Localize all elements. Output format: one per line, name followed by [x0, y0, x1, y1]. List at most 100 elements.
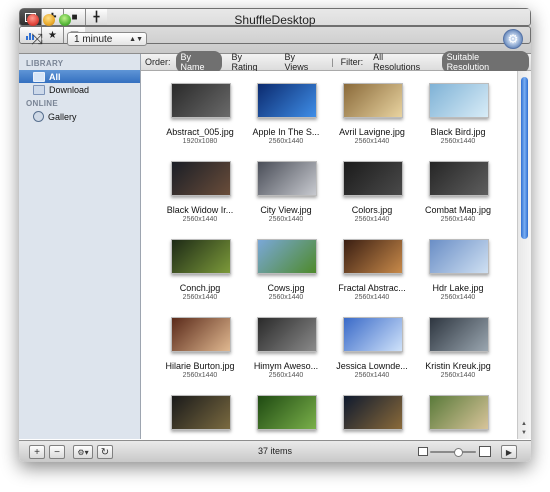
- wallpaper-filename: Kristin Kreuk.jpg: [425, 361, 491, 371]
- wallpaper-thumbnail[interactable]: [257, 83, 317, 118]
- library-header: LIBRARY: [26, 59, 64, 68]
- wallpaper-resolution: 2560x1440: [268, 138, 304, 145]
- wallpaper-thumbnail[interactable]: [343, 395, 403, 430]
- wallpaper-resolution: 2560x1440: [440, 216, 476, 223]
- app-window: ShuffleDesktop ⤨ 1 minute ▲▼ ✚ ■ ╋ ★ ▣ ⚙…: [19, 8, 531, 462]
- order-by-name[interactable]: By Name: [175, 51, 223, 73]
- wallpaper-item[interactable]: Combat Map.jpg 2560x1440: [415, 161, 501, 236]
- filter-all-resolutions[interactable]: All Resolutions: [368, 51, 437, 73]
- wallpaper-item[interactable]: Jessica Lownde... 2560x1440: [329, 317, 415, 392]
- slider-knob[interactable]: [454, 448, 463, 457]
- wallpaper-thumbnail[interactable]: [171, 395, 231, 430]
- wallpaper-item[interactable]: Mansory Bugat...2560x1440: [157, 395, 243, 439]
- divider: |: [331, 57, 334, 67]
- wallpaper-resolution: 2560x1440: [182, 294, 218, 301]
- wallpaper-thumbnail[interactable]: [257, 395, 317, 430]
- wallpaper-filename: Fractal Abstrac...: [338, 283, 406, 293]
- wallpaper-item[interactable]: Abstract_005.jpg 1920x1080: [157, 83, 243, 158]
- wallpaper-thumbnail[interactable]: [429, 83, 489, 118]
- wallpaper-resolution: 2560x1440: [440, 294, 476, 301]
- bottom-bar: + − ⚙▾ ↻ 37 items ▶: [19, 440, 531, 462]
- wallpaper-resolution: 2560x1440: [268, 294, 304, 301]
- wallpaper-thumbnail[interactable]: [429, 317, 489, 352]
- wallpaper-item[interactable]: Nicole Kidman...2560x1440: [415, 395, 501, 439]
- wallpaper-item[interactable]: New York City.jpg2560x1440: [329, 395, 415, 439]
- sidebar-item-download[interactable]: Download: [19, 83, 140, 96]
- wallpaper-item[interactable]: Black Bird.jpg 2560x1440: [415, 83, 501, 158]
- wallpaper-item[interactable]: Fractal Abstrac... 2560x1440: [329, 239, 415, 314]
- wallpaper-filename: Abstract_005.jpg: [166, 127, 234, 137]
- wallpaper-resolution: 2560x1440: [182, 372, 218, 379]
- wallpaper-filename: Colors.jpg: [351, 205, 393, 215]
- wallpaper-resolution: 2560x1440: [354, 372, 390, 379]
- wallpaper-thumbnail[interactable]: [343, 317, 403, 352]
- wallpaper-thumbnail[interactable]: [257, 317, 317, 352]
- sidebar-item-label: Download: [49, 84, 90, 95]
- wallpaper-resolution: 2560x1440: [182, 216, 218, 223]
- vertical-scrollbar[interactable]: ▲ ▼: [517, 71, 531, 439]
- folder-icon: [33, 71, 45, 82]
- small-thumbnail-icon: [418, 447, 428, 456]
- sidebar-item-label: Gallery: [48, 111, 77, 122]
- wallpaper-thumbnail[interactable]: [429, 239, 489, 274]
- wallpaper-filename: Hilarie Burton.jpg: [165, 361, 235, 371]
- wallpaper-resolution: 1920x1080: [182, 138, 218, 145]
- wallpaper-resolution: 2560x1440: [440, 372, 476, 379]
- preferences-button[interactable]: ⚙: [503, 29, 523, 49]
- wallpaper-item[interactable]: Cows.jpg 2560x1440: [243, 239, 329, 314]
- interval-popup[interactable]: 1 minute ▲▼: [67, 32, 147, 46]
- wallpaper-thumbnail[interactable]: [171, 161, 231, 196]
- wallpaper-thumbnail[interactable]: [343, 161, 403, 196]
- wallpaper-resolution: 2560x1440: [354, 216, 390, 223]
- interval-value: 1 minute: [74, 33, 113, 45]
- wallpaper-filename: City View.jpg: [260, 205, 312, 215]
- wallpaper-item[interactable]: Hdr Lake.jpg 2560x1440: [415, 239, 501, 314]
- shuffle-button[interactable]: ⤨: [28, 31, 46, 48]
- wallpaper-item[interactable]: Hilarie Burton.jpg 2560x1440: [157, 317, 243, 392]
- wallpaper-thumbnail[interactable]: [171, 317, 231, 352]
- sidebar-item-all[interactable]: All: [19, 70, 140, 83]
- wallpaper-resolution: 2560x1440: [440, 138, 476, 145]
- shuffle-icon: ⤨: [30, 31, 43, 48]
- wallpaper-filename: Jessica Lownde...: [336, 361, 408, 371]
- filter-suitable-resolution[interactable]: Suitable Resolution: [441, 51, 530, 73]
- order-label: Order:: [145, 57, 171, 67]
- wallpaper-item[interactable]: Himym Aweso... 2560x1440: [243, 317, 329, 392]
- wallpaper-thumbnail[interactable]: [429, 161, 489, 196]
- order-by-views[interactable]: By Views: [279, 51, 326, 73]
- scroll-down-arrow-icon[interactable]: ▼: [521, 430, 527, 436]
- sidebar-item-gallery[interactable]: Gallery: [19, 110, 140, 123]
- wallpaper-item[interactable]: City View.jpg 2560x1440: [243, 161, 329, 236]
- scroll-up-arrow-icon[interactable]: ▲: [521, 421, 527, 427]
- wallpaper-grid-area: Abstract_005.jpg 1920x1080 Apple In The S.…: [141, 71, 517, 439]
- wallpaper-item[interactable]: Colors.jpg 2560x1440: [329, 161, 415, 236]
- play-button[interactable]: ▶: [501, 445, 517, 459]
- filter-bar: Order: By Name By Rating By Views | Filt…: [141, 51, 531, 73]
- wallpaper-thumbnail[interactable]: [343, 239, 403, 274]
- wallpaper-resolution: 2560x1440: [268, 216, 304, 223]
- wallpaper-resolution: 2560x1440: [354, 294, 390, 301]
- play-icon: ▶: [505, 447, 513, 457]
- wallpaper-item[interactable]: Apple In The S... 2560x1440: [243, 83, 329, 158]
- wallpaper-filename: Apple In The S...: [252, 127, 320, 137]
- wallpaper-item[interactable]: Kristin Kreuk.jpg 2560x1440: [415, 317, 501, 392]
- thumbnail-size-slider[interactable]: [430, 451, 476, 453]
- wallpaper-filename: Avril Lavigne.jpg: [339, 127, 405, 137]
- updown-arrows-icon: ▲▼: [129, 35, 143, 43]
- wallpaper-thumbnail[interactable]: [171, 83, 231, 118]
- wallpaper-thumbnail[interactable]: [171, 239, 231, 274]
- wallpaper-item[interactable]: Avril Lavigne.jpg 2560x1440: [329, 83, 415, 158]
- wallpaper-filename: Black Bird.jpg: [430, 127, 486, 137]
- wallpaper-thumbnail[interactable]: [257, 239, 317, 274]
- wallpaper-thumbnail[interactable]: [343, 83, 403, 118]
- wallpaper-item[interactable]: Natures Tears.jpg2560x1440: [243, 395, 329, 439]
- filter-label: Filter:: [340, 57, 364, 67]
- wallpaper-thumbnail[interactable]: [257, 161, 317, 196]
- scrollbar-knob[interactable]: [521, 77, 528, 239]
- wallpaper-thumbnail[interactable]: [429, 395, 489, 430]
- order-by-rating[interactable]: By Rating: [226, 51, 275, 73]
- wallpaper-filename: Cows.jpg: [267, 283, 305, 293]
- wallpaper-item[interactable]: Conch.jpg 2560x1440: [157, 239, 243, 314]
- wallpaper-resolution: 2560x1440: [268, 372, 304, 379]
- wallpaper-item[interactable]: Black Widow Ir... 2560x1440: [157, 161, 243, 236]
